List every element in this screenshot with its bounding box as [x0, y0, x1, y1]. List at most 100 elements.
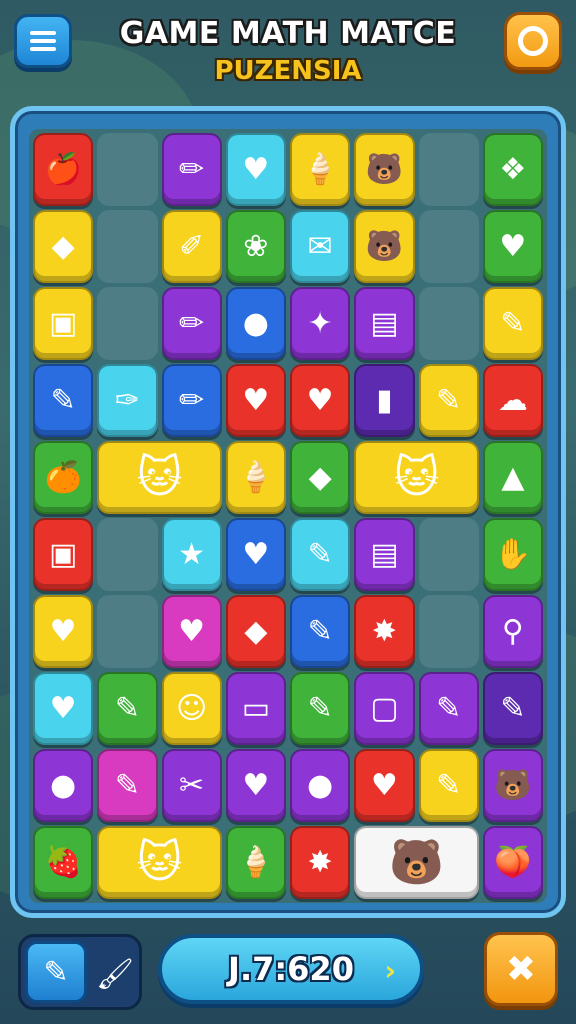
tile-box[interactable]: ▤: [354, 287, 415, 360]
tile-pen[interactable]: ✎: [97, 749, 158, 822]
bandage-icon: ✖: [505, 948, 537, 990]
tile-magnifier[interactable]: ⚲: [482, 595, 543, 668]
tile-glove[interactable]: ✋: [482, 518, 543, 591]
empty-cell: [97, 287, 158, 360]
tile-peach[interactable]: 🍑: [482, 826, 543, 899]
score-display[interactable]: J.7:620 ›: [158, 934, 424, 1004]
settings-button[interactable]: [504, 12, 562, 70]
heart-icon: ♥: [306, 382, 334, 418]
tile-card[interactable]: ▭: [225, 672, 286, 745]
tile-ice-cream[interactable]: 🍦: [290, 133, 351, 206]
tile-star[interactable]: ✦: [290, 287, 351, 360]
empty-cell: [97, 210, 158, 283]
orange-icon: 🍊: [44, 459, 82, 495]
tile-heart[interactable]: ♥: [225, 133, 286, 206]
tile-apple[interactable]: 🍎: [33, 133, 94, 206]
tile-heart[interactable]: ♥: [225, 749, 286, 822]
tile-pen[interactable]: ✎: [482, 287, 543, 360]
tile-robot[interactable]: ▣: [33, 287, 94, 360]
empty-cell: [97, 133, 158, 206]
tile-cat[interactable]: 🐱: [354, 441, 479, 514]
tile-ice-cream[interactable]: 🍦: [225, 826, 286, 899]
ice-cream-icon: 🍦: [237, 844, 275, 880]
tile-heart[interactable]: ♥: [161, 595, 222, 668]
cat-icon: 🐱: [136, 836, 183, 888]
tile-berry[interactable]: 🍓: [33, 826, 94, 899]
settings-icon: [518, 26, 548, 56]
tile-heart[interactable]: ♥: [482, 210, 543, 283]
tool-group: ✎ 🖌: [18, 934, 142, 1010]
tile-ice-cream[interactable]: 🍦: [225, 441, 286, 514]
tile-pen[interactable]: ✎: [418, 364, 479, 437]
tile-pen[interactable]: ✎: [290, 595, 351, 668]
tile-heart[interactable]: ♥: [33, 672, 94, 745]
tile-crystal[interactable]: ◆: [290, 441, 351, 514]
tile-bear[interactable]: 🐻: [354, 210, 415, 283]
tile-flower[interactable]: ✸: [354, 595, 415, 668]
tile-apple[interactable]: ●: [33, 749, 94, 822]
tile-crayon[interactable]: ✐: [161, 210, 222, 283]
tile-bear[interactable]: 🐻: [482, 749, 543, 822]
tile-cutter[interactable]: ✂: [161, 749, 222, 822]
tile-brush[interactable]: ✑: [97, 364, 158, 437]
tile-star[interactable]: ★: [161, 518, 222, 591]
tile-pen[interactable]: ✎: [418, 672, 479, 745]
bird-icon: ☁: [497, 382, 528, 418]
pen-icon: ✎: [436, 690, 462, 726]
brush-tool-button[interactable]: 🖌: [93, 949, 137, 999]
tile-pen[interactable]: ✎: [418, 749, 479, 822]
tablet-icon: ▢: [370, 690, 399, 726]
tile-bottle[interactable]: ▮: [354, 364, 415, 437]
tile-flower[interactable]: ❀: [225, 210, 286, 283]
tile-cat[interactable]: 🐱: [97, 826, 222, 899]
tile-gem[interactable]: ◆: [33, 210, 94, 283]
flower-icon: ❀: [243, 228, 269, 264]
tile-bird[interactable]: ☁: [482, 364, 543, 437]
brush-icon: 🖌: [95, 956, 135, 992]
tile-envelope[interactable]: ✉: [290, 210, 351, 283]
tile-crayon[interactable]: ✎: [482, 672, 543, 745]
tile-pen[interactable]: ✎: [33, 364, 94, 437]
tile-heart[interactable]: ♥: [33, 595, 94, 668]
booster-button[interactable]: ✖: [484, 932, 558, 1006]
tile-heart[interactable]: ♥: [225, 364, 286, 437]
tile-orange[interactable]: 🍊: [33, 441, 94, 514]
tile-pen[interactable]: ✎: [290, 518, 351, 591]
heart-icon: ♥: [242, 767, 270, 803]
score-value: J.7:620: [228, 950, 354, 988]
tile-bear[interactable]: 🐻: [354, 826, 479, 899]
tile-face[interactable]: ☺: [161, 672, 222, 745]
pencil-icon: ✎: [43, 954, 69, 990]
tile-drop[interactable]: ●: [225, 287, 286, 360]
tile-heart[interactable]: ♥: [290, 364, 351, 437]
pencil-icon: ✏: [179, 151, 205, 187]
tile-box[interactable]: ▤: [354, 518, 415, 591]
tile-leaf[interactable]: ❖: [482, 133, 543, 206]
tile-cat[interactable]: 🐱: [97, 441, 222, 514]
tile-heart[interactable]: ♥: [354, 749, 415, 822]
tile-orb[interactable]: ●: [290, 749, 351, 822]
game-subtitle: PUZENSIA: [214, 56, 362, 86]
tile-pencil[interactable]: ✏: [161, 364, 222, 437]
carrot-icon: ▲: [501, 459, 525, 495]
bear-icon: 🐻: [365, 151, 404, 187]
tile-pen[interactable]: ✎: [97, 672, 158, 745]
tile-heart[interactable]: ♥: [225, 518, 286, 591]
tile-pencil[interactable]: ✏: [161, 133, 222, 206]
heart-icon: ♥: [49, 690, 77, 726]
bottle-icon: ▮: [376, 382, 393, 418]
tile-phone[interactable]: ▣: [33, 518, 94, 591]
tile-bear[interactable]: 🐻: [354, 133, 415, 206]
tile-carrot[interactable]: ▲: [482, 441, 543, 514]
tile-brush[interactable]: ✎: [290, 672, 351, 745]
burst-icon: ✸: [307, 844, 333, 880]
tile-burst[interactable]: ✸: [290, 826, 351, 899]
tile-pencil[interactable]: ✏: [161, 287, 222, 360]
tile-tablet[interactable]: ▢: [354, 672, 415, 745]
orb-icon: ●: [307, 767, 334, 803]
flower-icon: ✸: [371, 613, 397, 649]
pencil-tool-button[interactable]: ✎: [25, 941, 87, 1003]
ice-cream-icon: 🍦: [301, 151, 339, 187]
star-icon: ✦: [307, 305, 333, 341]
tile-gem[interactable]: ◆: [225, 595, 286, 668]
